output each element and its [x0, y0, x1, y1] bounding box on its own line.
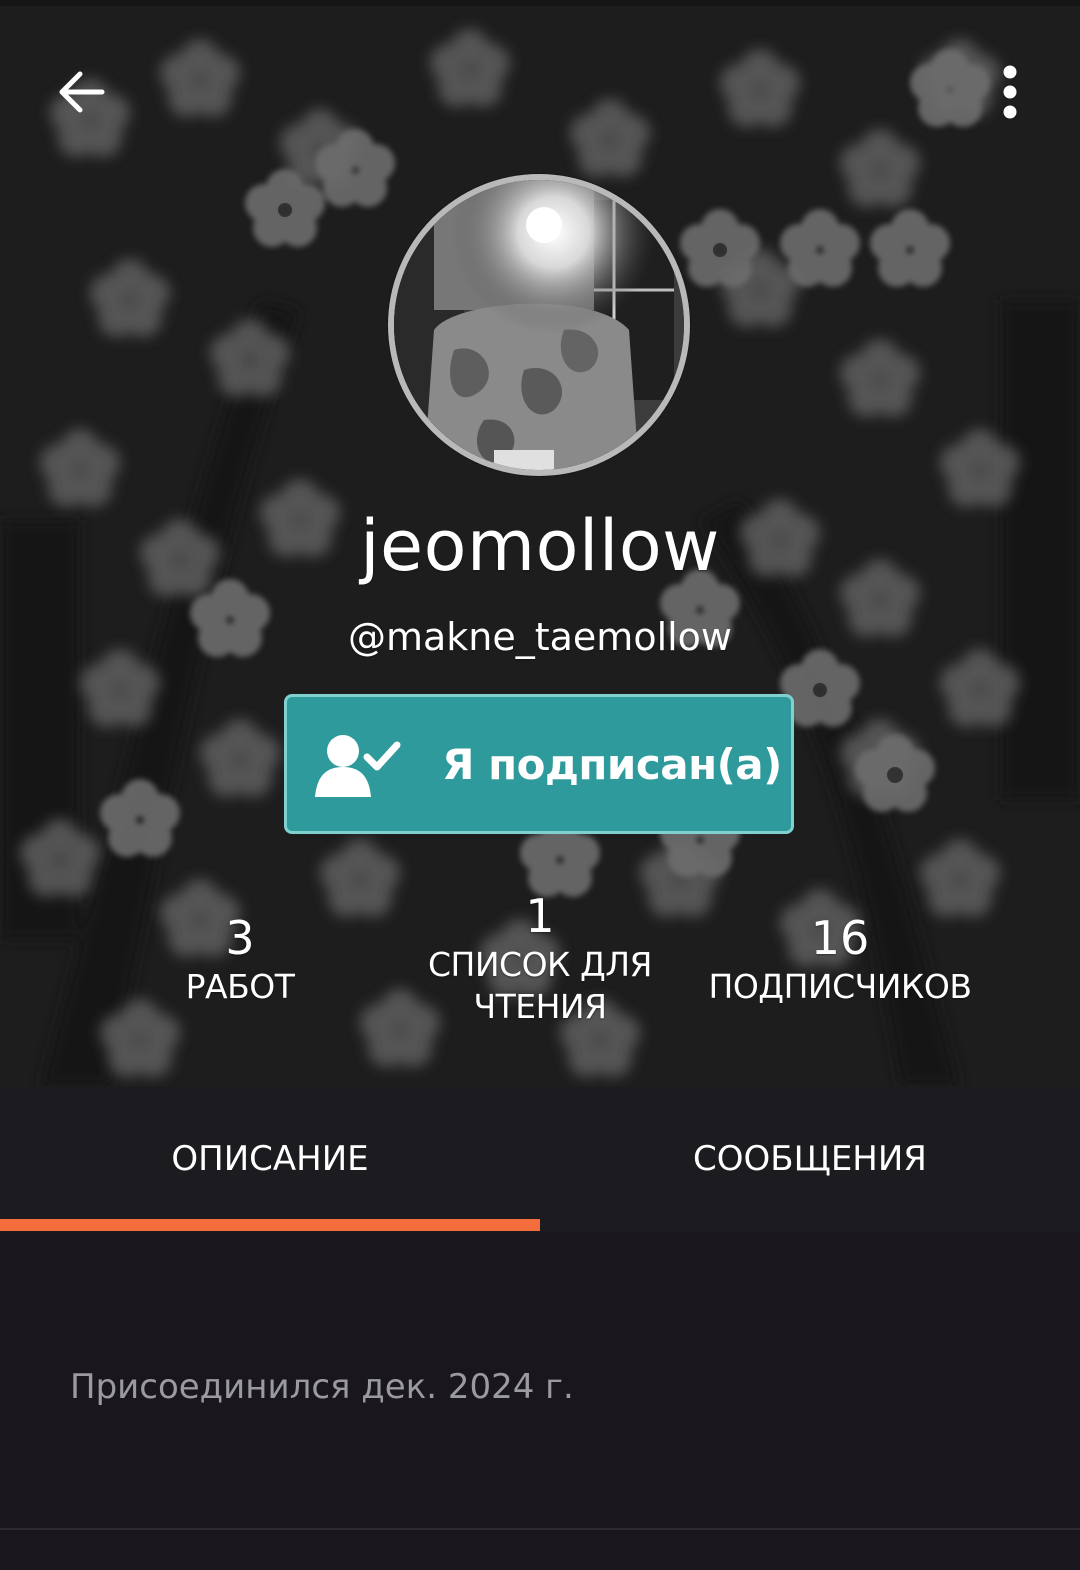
user-check-icon: [315, 735, 401, 797]
divider: [0, 1528, 1080, 1530]
display-name: jeomollow: [360, 505, 720, 587]
more-options-button[interactable]: [968, 50, 1052, 134]
stat-works[interactable]: 3 РАБОТ: [110, 910, 370, 1008]
followers-count: 16: [810, 911, 870, 965]
works-count: 3: [225, 911, 255, 965]
profile-tabs: ОПИСАНИЕ СООБЩЕНИЯ: [0, 1087, 1080, 1232]
tab-messages[interactable]: СООБЩЕНИЯ: [540, 1087, 1080, 1232]
username: @makne_taemollow: [347, 615, 733, 659]
stat-followers[interactable]: 16 ПОДПИСЧИКОВ: [680, 910, 1000, 1008]
avatar-image: [394, 180, 684, 470]
arrow-left-icon: [59, 71, 105, 113]
reading-lists-label-line2: ЧТЕНИЯ: [473, 987, 607, 1026]
more-vertical-icon: [1003, 65, 1017, 119]
following-button-label: Я подписан(а): [442, 739, 782, 789]
stat-reading-lists[interactable]: 1 СПИСОК ДЛЯ ЧТЕНИЯ: [400, 888, 680, 1028]
status-bar-strip: [0, 0, 1080, 6]
reading-lists-count: 1: [525, 889, 555, 943]
profile-screen: jeomollow @makne_taemollow Я подписан(а)…: [0, 0, 1080, 1570]
followers-label: ПОДПИСЧИКОВ: [708, 967, 972, 1006]
works-label: РАБОТ: [185, 967, 295, 1006]
avatar[interactable]: [388, 174, 690, 476]
reading-lists-label-line1: СПИСОК ДЛЯ: [427, 945, 653, 984]
back-button[interactable]: [40, 50, 124, 134]
following-button[interactable]: Я подписан(а): [284, 694, 794, 834]
profile-header: jeomollow @makne_taemollow Я подписан(а)…: [0, 0, 1080, 1087]
tab-about[interactable]: ОПИСАНИЕ: [0, 1087, 540, 1232]
active-tab-indicator: [0, 1219, 540, 1231]
joined-date: Присоединился дек. 2024 г.: [70, 1367, 574, 1407]
